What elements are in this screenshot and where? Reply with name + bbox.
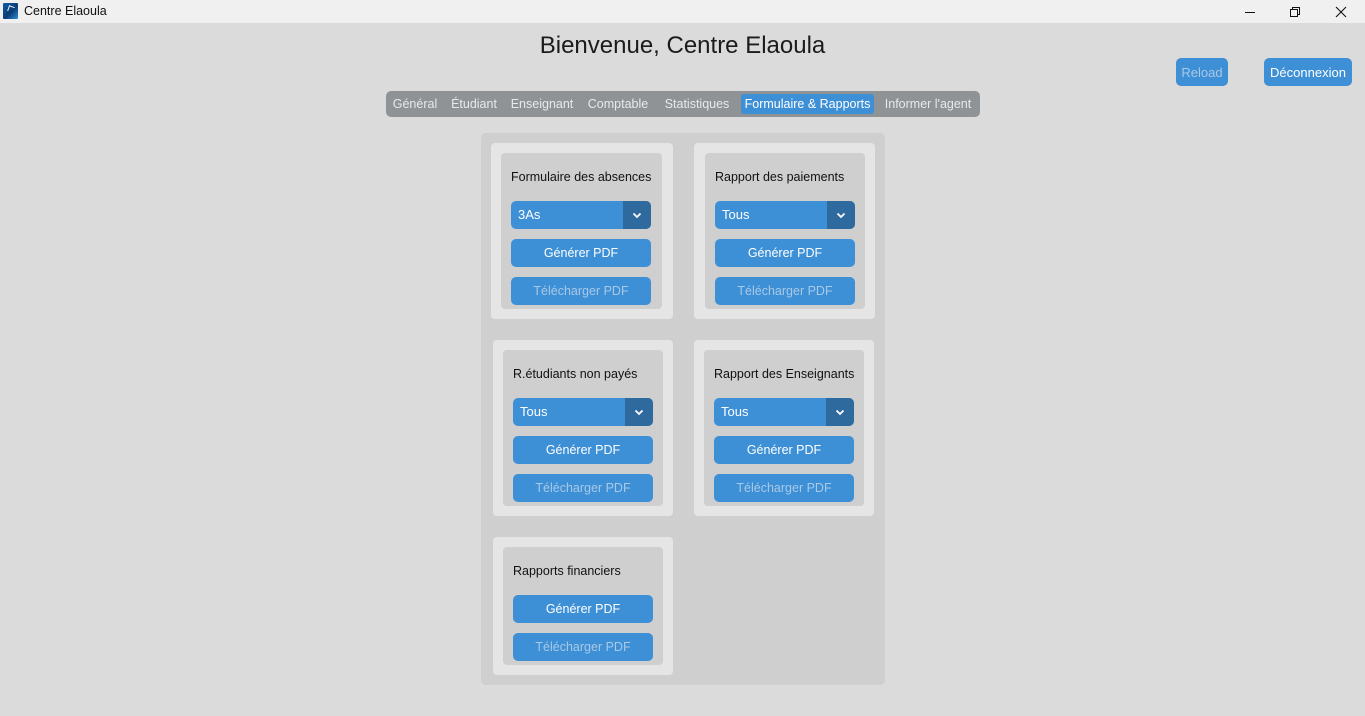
chevron-down-icon[interactable]	[623, 201, 651, 229]
select-value: Tous	[722, 207, 750, 222]
report-card-inner: Formulaire des absences 3As Générer PDF …	[501, 153, 662, 309]
chevron-down-icon[interactable]	[625, 398, 653, 426]
report-card-financiers: Rapports financiers Générer PDF Téléchar…	[493, 537, 673, 675]
generate-pdf-button[interactable]: Générer PDF	[715, 239, 855, 267]
close-icon	[1335, 6, 1347, 17]
generate-pdf-button[interactable]: Générer PDF	[511, 239, 651, 267]
report-card-paiements: Rapport des paiements Tous Générer PDF T…	[694, 143, 875, 319]
card-title: Rapport des paiements	[715, 170, 845, 184]
minimize-button[interactable]	[1227, 0, 1273, 23]
minimize-icon	[1245, 11, 1255, 13]
reload-button[interactable]: Reload	[1176, 58, 1228, 86]
filter-select[interactable]: Tous	[715, 201, 855, 229]
page-title: Bienvenue, Centre Elaoula	[539, 32, 826, 59]
tab-general[interactable]: Général	[389, 94, 441, 114]
generate-pdf-button[interactable]: Générer PDF	[513, 436, 653, 464]
card-title: Rapports financiers	[513, 564, 621, 578]
logout-button[interactable]: Déconnexion	[1264, 58, 1352, 86]
report-card-enseignants: Rapport des Enseignants Tous Générer PDF…	[694, 340, 874, 516]
chevron-down-icon[interactable]	[826, 398, 854, 426]
report-card-inner: R.étudiants non payés Tous Générer PDF T…	[503, 350, 663, 506]
download-pdf-button[interactable]: Télécharger PDF	[714, 474, 854, 502]
restore-button[interactable]	[1272, 0, 1318, 23]
report-card-inner: Rapport des Enseignants Tous Générer PDF…	[704, 350, 864, 506]
chevron-down-icon[interactable]	[827, 201, 855, 229]
download-pdf-button[interactable]: Télécharger PDF	[513, 633, 653, 661]
generate-pdf-button[interactable]: Générer PDF	[714, 436, 854, 464]
tab-informer-agent[interactable]: Informer l'agent	[880, 94, 976, 114]
tab-etudiant[interactable]: Étudiant	[446, 94, 502, 114]
filter-select[interactable]: Tous	[714, 398, 854, 426]
download-pdf-button[interactable]: Télécharger PDF	[511, 277, 651, 305]
tab-enseignant[interactable]: Enseignant	[507, 94, 577, 114]
generate-pdf-button[interactable]: Générer PDF	[513, 595, 653, 623]
report-card-non-payes: R.étudiants non payés Tous Générer PDF T…	[493, 340, 673, 516]
app-logo-icon	[3, 3, 18, 19]
tab-statistiques[interactable]: Statistiques	[659, 94, 735, 114]
card-title: R.étudiants non payés	[513, 367, 638, 381]
filter-select[interactable]: Tous	[513, 398, 653, 426]
tab-bar: Général Étudiant Enseignant Comptable St…	[386, 91, 980, 117]
card-title: Rapport des Enseignants	[714, 367, 855, 381]
download-pdf-button[interactable]: Télécharger PDF	[513, 474, 653, 502]
tab-comptable[interactable]: Comptable	[583, 94, 653, 114]
card-title: Formulaire des absences	[511, 170, 652, 184]
select-value: Tous	[721, 404, 749, 419]
window-title: Centre Elaoula	[24, 4, 107, 18]
class-select[interactable]: 3As	[511, 201, 651, 229]
close-button[interactable]	[1318, 0, 1364, 23]
window-titlebar: Centre Elaoula	[0, 0, 1365, 23]
download-pdf-button[interactable]: Télécharger PDF	[715, 277, 855, 305]
report-card-inner: Rapport des paiements Tous Générer PDF T…	[705, 153, 865, 309]
restore-icon	[1290, 6, 1300, 17]
tab-formulaire-rapports[interactable]: Formulaire & Rapports	[741, 94, 874, 114]
select-value: 3As	[518, 207, 541, 222]
report-card-absences: Formulaire des absences 3As Générer PDF …	[491, 143, 673, 319]
select-value: Tous	[520, 404, 548, 419]
report-card-inner: Rapports financiers Générer PDF Téléchar…	[503, 547, 663, 665]
reports-panel: Formulaire des absences 3As Générer PDF …	[481, 133, 885, 685]
